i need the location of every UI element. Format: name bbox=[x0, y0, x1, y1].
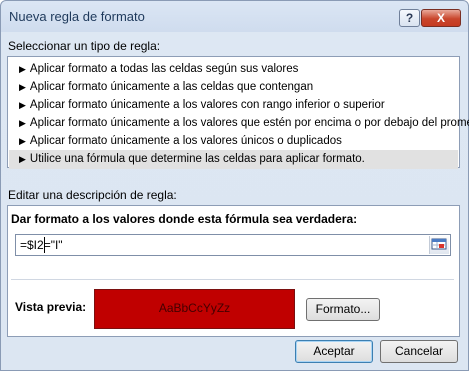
formula-value[interactable]: =$I2="I" bbox=[20, 238, 63, 252]
preview-sample-text: AaBbCcYyZz bbox=[158, 301, 231, 315]
triangle-right-icon: ▶ bbox=[19, 82, 26, 92]
rule-type-item[interactable]: ▶ Aplicar formato a todas las celdas segú… bbox=[9, 60, 458, 79]
rule-type-label-text: Seleccionar un tipo de regla: bbox=[8, 39, 161, 53]
separator bbox=[11, 279, 454, 280]
format-button[interactable]: Formato... bbox=[306, 298, 380, 321]
rule-type-item-label: Aplicar formato únicamente a los valores… bbox=[29, 117, 469, 129]
rule-type-item-label: Utilice una fórmula que determine las ce… bbox=[29, 153, 365, 165]
rule-type-item[interactable]: ▶ Aplicar formato únicamente a los valore… bbox=[9, 114, 469, 133]
range-selector-icon[interactable] bbox=[429, 236, 449, 254]
rule-type-item[interactable]: ▶ Aplicar formato únicamente a los valore… bbox=[9, 132, 458, 151]
triangle-right-icon: ▶ bbox=[19, 154, 26, 164]
collapse-dialog-icon bbox=[431, 238, 447, 250]
rule-type-label: Seleccionar un tipo de regla: bbox=[8, 39, 160, 53]
rule-type-item-label: Aplicar formato únicamente a los valores… bbox=[29, 135, 342, 147]
rule-type-item-label: Aplicar formato únicamente a las celdas … bbox=[29, 81, 314, 93]
rule-type-item-selected[interactable]: ▶ Utilice una fórmula que determine las c… bbox=[9, 150, 458, 169]
format-button-label: Formato... bbox=[315, 302, 371, 316]
formula-input[interactable]: =$I2="I" bbox=[15, 234, 451, 256]
close-button[interactable]: X bbox=[421, 9, 461, 27]
triangle-right-icon: ▶ bbox=[19, 118, 26, 128]
title-bar: Nueva regla de formato ? X bbox=[1, 1, 468, 32]
cancel-button-label: Cancelar bbox=[394, 344, 444, 358]
triangle-right-icon: ▶ bbox=[19, 136, 26, 146]
rule-type-item[interactable]: ▶ Aplicar formato únicamente a las celdas… bbox=[9, 78, 458, 97]
formula-label: Dar formato a los valores donde esta fór… bbox=[11, 212, 358, 226]
format-preview: AaBbCcYyZz bbox=[94, 289, 295, 329]
rule-type-item-label: Aplicar formato a todas las celdas según… bbox=[29, 63, 299, 75]
text-caret bbox=[44, 237, 45, 253]
rule-description-label: Editar una descripción de regla: bbox=[8, 188, 177, 202]
cancel-button[interactable]: Cancelar bbox=[380, 340, 458, 363]
rule-description-label-text: Editar una descripción de regla: bbox=[8, 188, 177, 202]
triangle-right-icon: ▶ bbox=[19, 100, 26, 110]
preview-label: Vista previa: bbox=[15, 300, 87, 314]
dialog-title: Nueva regla de formato bbox=[9, 9, 145, 24]
help-button[interactable]: ? bbox=[399, 9, 420, 27]
rule-type-item-label: Aplicar formato únicamente a los valores… bbox=[29, 99, 385, 111]
triangle-right-icon: ▶ bbox=[19, 64, 26, 74]
accept-button[interactable]: Aceptar bbox=[295, 340, 373, 363]
accept-button-label: Aceptar bbox=[313, 344, 355, 358]
rule-type-item[interactable]: ▶ Aplicar formato únicamente a los valore… bbox=[9, 96, 458, 115]
rule-type-list[interactable]: ▶ Aplicar formato a todas las celdas segú… bbox=[7, 56, 469, 169]
